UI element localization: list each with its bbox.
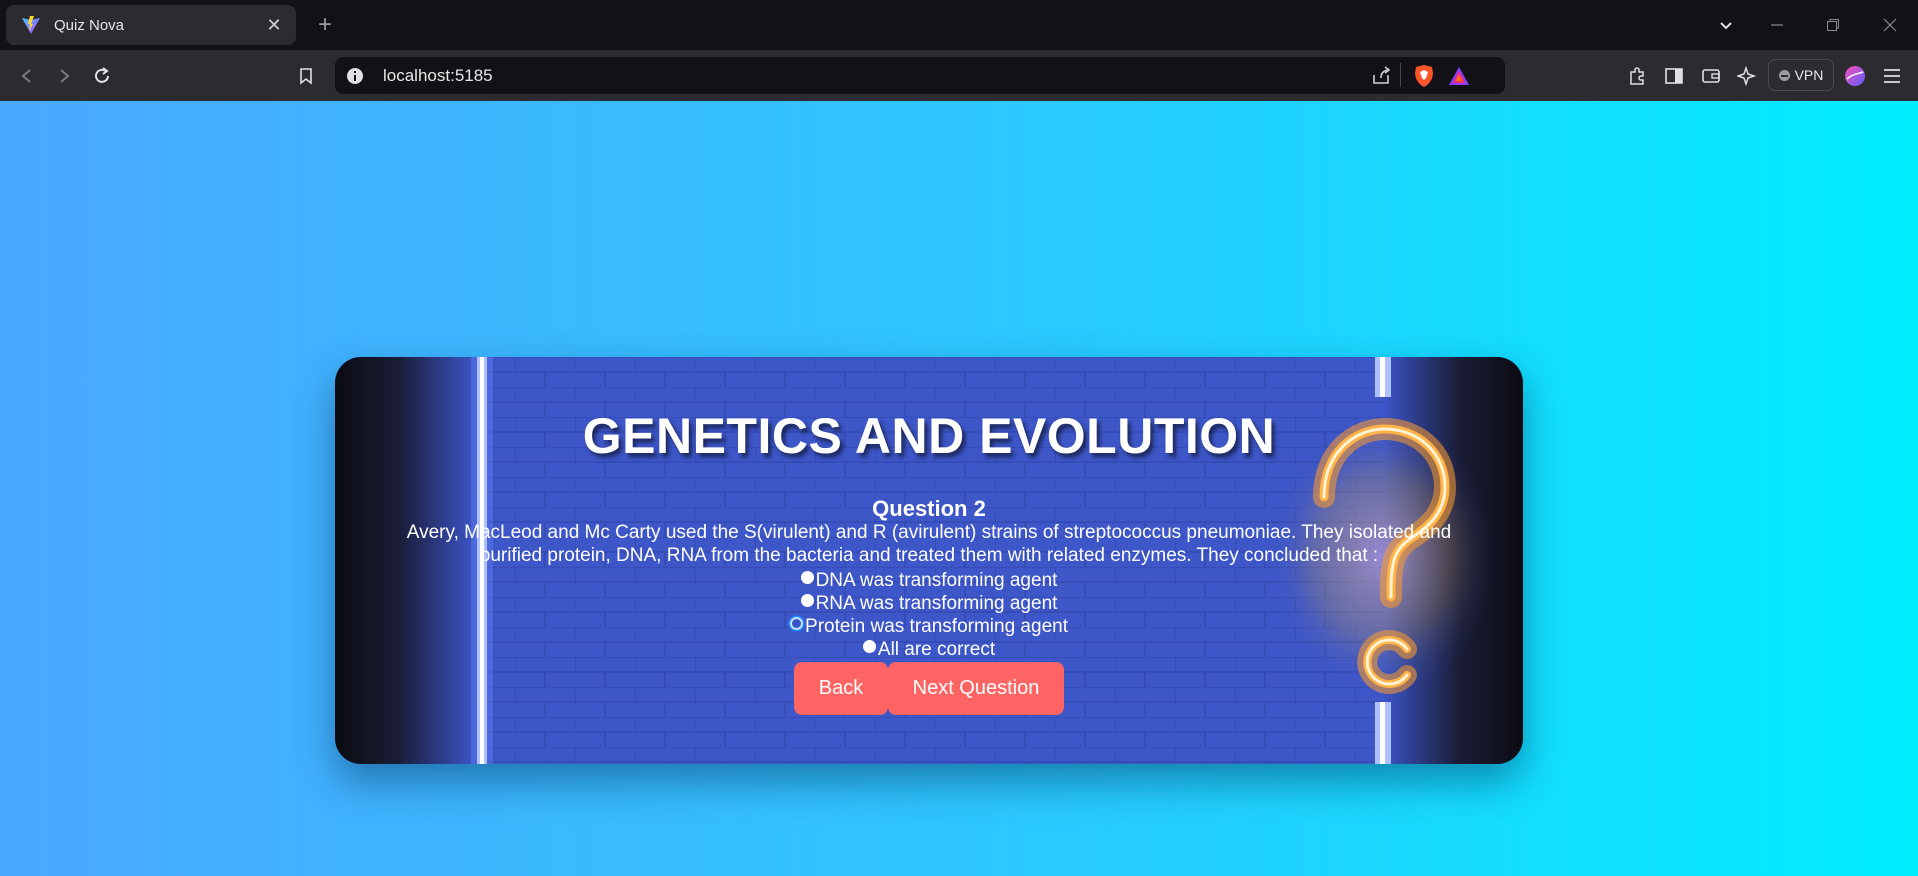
next-question-button[interactable]: Next Question <box>888 662 1064 715</box>
quiz-card: GENETICS AND EVOLUTION Question 2 Avery,… <box>335 357 1523 764</box>
radio-button[interactable] <box>800 571 814 584</box>
url-text: localhost:5185 <box>383 66 493 85</box>
address-bar[interactable]: localhost:5185 <box>335 57 1505 94</box>
vite-logo-icon <box>20 14 42 36</box>
extensions-icon[interactable] <box>1620 59 1654 93</box>
bookmark-icon[interactable] <box>289 59 323 93</box>
new-tab-icon[interactable]: + <box>310 10 340 40</box>
answer-option[interactable]: RNA was transforming agent <box>335 592 1523 615</box>
vpn-button[interactable]: VPN <box>1768 59 1834 91</box>
back-button[interactable]: Back <box>794 662 888 715</box>
wallet-icon[interactable] <box>1694 59 1728 93</box>
page-viewport: GENETICS AND EVOLUTION Question 2 Avery,… <box>0 101 1918 876</box>
radio-button[interactable] <box>862 640 876 653</box>
question-text: Avery, MacLeod and Mc Carty used the S(v… <box>406 522 1452 566</box>
browser-tab[interactable]: Quiz Nova ✕ <box>6 5 296 45</box>
quiz-content: GENETICS AND EVOLUTION Question 2 Avery,… <box>335 357 1523 764</box>
vpn-label: VPN <box>1794 67 1824 83</box>
answer-option[interactable]: Protein was transforming agent <box>335 615 1523 638</box>
tab-search-chevron-icon[interactable] <box>1709 8 1743 42</box>
answer-option-label: DNA was transforming agent <box>815 570 1058 591</box>
address-bar-divider <box>1400 63 1401 87</box>
close-tab-icon[interactable]: ✕ <box>262 15 286 36</box>
vpn-status-icon <box>1778 69 1790 81</box>
menu-icon[interactable] <box>1875 59 1909 93</box>
radio-button-selected[interactable] <box>790 617 804 630</box>
quiz-title: GENETICS AND EVOLUTION <box>582 408 1276 464</box>
answer-option-label: All are correct <box>877 639 996 660</box>
answer-option[interactable]: All are correct <box>335 638 1523 661</box>
minimize-icon[interactable] <box>1760 8 1794 42</box>
browser-tab-strip: Quiz Nova ✕ + <box>0 0 1918 50</box>
radio-button[interactable] <box>800 594 814 607</box>
answer-options: DNA was transforming agent RNA was trans… <box>335 569 1523 661</box>
reload-icon[interactable] <box>85 59 119 93</box>
tab-title: Quiz Nova <box>54 16 125 34</box>
share-icon[interactable] <box>1370 65 1392 92</box>
answer-option-label: RNA was transforming agent <box>815 593 1058 614</box>
brave-shields-icon[interactable] <box>1413 64 1435 93</box>
back-arrow-icon[interactable] <box>10 59 44 93</box>
close-window-icon[interactable] <box>1873 8 1907 42</box>
answer-option-label: Protein was transforming agent <box>805 616 1068 637</box>
site-info-icon[interactable] <box>345 66 365 86</box>
navigation-buttons: Back Next Question <box>335 662 1523 715</box>
profile-avatar[interactable] <box>1838 59 1872 93</box>
forward-arrow-icon[interactable] <box>47 59 81 93</box>
answer-option[interactable]: DNA was transforming agent <box>335 569 1523 592</box>
brave-rewards-icon[interactable] <box>1447 65 1471 92</box>
sidebar-icon[interactable] <box>1657 59 1691 93</box>
question-number: Question 2 <box>872 496 986 521</box>
restore-icon[interactable] <box>1816 8 1850 42</box>
leo-ai-icon[interactable] <box>1730 59 1764 93</box>
